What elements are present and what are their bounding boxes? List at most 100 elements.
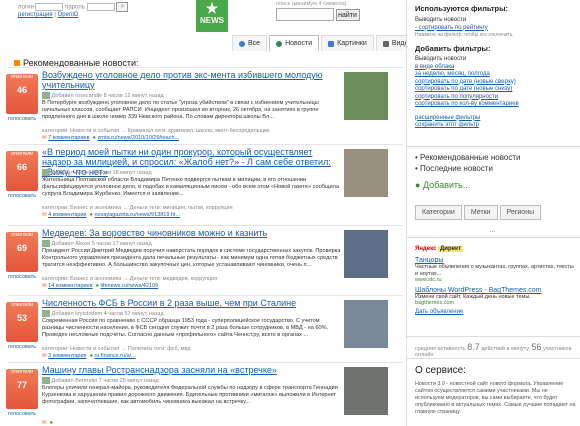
news-body: Жительница Полтавской области Владимира … (42, 177, 340, 197)
tab-tags[interactable]: Метки (463, 205, 498, 220)
yandex-direct-block: Яндекс Директ Танцоры Частные объявления… (415, 246, 575, 315)
news-meta: Добавил Alexei 5 часов 17 минут назад (42, 240, 152, 247)
filter-option-date-old[interactable]: сортировать по дате (новые снизу) (415, 86, 575, 94)
vote-badge[interactable]: отметили 46 (6, 74, 38, 114)
news-categories: категории: Новости и события → Криминал … (42, 128, 270, 134)
vote-action-link[interactable]: голосовать (6, 116, 38, 122)
divider (407, 358, 580, 359)
vote-action-link[interactable]: голосовать (6, 344, 38, 350)
news-footer: ✉ 3 комментария ● ru.finance.ru/a/... (42, 353, 136, 359)
give-ad-link[interactable]: Дать объявление (415, 309, 575, 315)
yandex-logo: Яндекс (415, 246, 437, 252)
news-body: Президент России Дмитрий Медведев поручи… (42, 248, 341, 268)
item-divider (8, 362, 403, 363)
search-button[interactable]: найти (335, 8, 360, 21)
news-icon (276, 40, 283, 47)
add-filters-box: Добавить фильтры: Выводить новости в вид… (415, 44, 575, 130)
ad2-title[interactable]: Шаблоны WordPress - BagThemes.com (415, 287, 575, 294)
search-hint: поиск (минимум 4 символа) (276, 1, 347, 7)
vote-badge[interactable]: отметили 53 (6, 302, 38, 342)
news-categories: категории: Бизнес и экономика → Деньги т… (42, 205, 233, 211)
user-avatar (42, 310, 50, 317)
comments-link[interactable]: 4 комментария (48, 212, 86, 218)
vote-badge[interactable]: отметили 66 (6, 151, 38, 191)
openid-link[interactable]: OpenID (58, 12, 79, 18)
rss-icon (14, 60, 20, 66)
filter-option-date-new[interactable]: сортировать по дате (новые сверху) (415, 79, 575, 87)
news-title-link[interactable]: Возбуждено уголовное дело против экс-мен… (42, 70, 342, 90)
filter-option-comments[interactable]: сортировать по кол-ву комментариев (415, 101, 575, 109)
filter-used-1[interactable]: - сортировать по рейтингу (415, 25, 575, 33)
star-icon: ★ (205, 0, 219, 16)
add-filters-intro: Выводить новости (415, 56, 467, 62)
comment-icon: ✉ (42, 283, 47, 289)
source-link[interactable]: novayagazeta.ru/news/913819.ht... (94, 212, 180, 218)
vote-badge[interactable]: отметили 69 (6, 232, 38, 272)
logo-text: NEWS (200, 16, 224, 25)
news-thumbnail[interactable] (344, 149, 388, 197)
vote-badge[interactable]: отметили 77 (6, 369, 38, 409)
comments-link[interactable]: 3 комментария (48, 353, 86, 359)
tab-news[interactable]: Новости (269, 35, 320, 51)
search-input[interactable] (276, 8, 334, 21)
list-latest[interactable]: • Последние новости (415, 163, 575, 174)
add-button[interactable]: ● Добавить... (415, 180, 575, 191)
user-avatar (42, 92, 50, 99)
login-input[interactable] (35, 3, 64, 11)
password-label: пароль (65, 4, 85, 11)
source-link[interactable]: ru.finance.ru/a/... (94, 353, 135, 359)
ad1-text: Частные объявления о музыкантах, группах… (415, 264, 574, 277)
search-form: поиск (минимум 4 символа) найти (276, 1, 360, 21)
user-avatar (42, 169, 50, 176)
filter-option-cloud[interactable]: в виде облака (415, 64, 575, 72)
ad1-title[interactable]: Танцоры (415, 257, 575, 264)
news-thumbnail[interactable] (344, 72, 388, 120)
news-body: В Петербурге возбуждено уголовное дело п… (42, 100, 319, 120)
news-thumbnail[interactable] (344, 230, 388, 278)
news-title-link[interactable]: Машину главы Ространснадзора засняли на … (42, 365, 342, 375)
source-icon: ● (49, 420, 53, 426)
source-link[interactable]: lifenews.ru/news/42109 (101, 283, 158, 289)
comments-link[interactable]: 7 комментариев (48, 135, 89, 141)
filter-option-popular[interactable]: сортировать по популярности (415, 94, 575, 102)
news-categories: категории: Новости и события → Политика … (42, 346, 191, 352)
ad2-url[interactable]: bagthemes.com (415, 300, 575, 306)
content-tabs: Все Новости Картинки Видео (232, 35, 420, 51)
picture-icon (328, 40, 335, 47)
tab-categories[interactable]: Категории (415, 205, 462, 220)
news-thumbnail[interactable] (344, 367, 388, 415)
advanced-filters-link[interactable]: расширенные фильтры (415, 115, 575, 123)
vote-action-link[interactable]: голосовать (6, 193, 38, 199)
password-input[interactable] (86, 3, 115, 11)
comments-link[interactable]: 14 комментариев (48, 283, 92, 289)
vote-action-link[interactable]: голосовать (6, 411, 38, 417)
more-ellipsis: ... (489, 225, 496, 234)
filter-option-period[interactable]: за неделю, месяц, полгода (415, 71, 575, 79)
news-title-link[interactable]: Численность ФСБ в России в 2 раза выше, … (42, 298, 342, 308)
ad1-url[interactable]: www.stc.ru (415, 277, 575, 283)
add-icon: ● (415, 180, 421, 190)
news-body: Блогеры уличили генерал-майора, руководи… (42, 385, 338, 405)
taxonomy-tabs: Категории Метки Регионы (415, 205, 542, 220)
list-recommended[interactable]: • Рекомендованные новости (415, 152, 575, 163)
news-footer: ✉ 14 комментариев ● lifenews.ru/news/421… (42, 283, 158, 289)
video-icon (382, 40, 389, 47)
user-avatar (42, 240, 50, 247)
item-divider (8, 225, 403, 226)
comment-icon: ✉ (42, 353, 47, 359)
divider (407, 237, 580, 238)
vote-action-link[interactable]: голосовать (6, 274, 38, 280)
vote-count: 69 (16, 243, 27, 253)
tab-regions[interactable]: Регионы (499, 205, 542, 220)
register-link[interactable]: регистрация (18, 12, 53, 18)
news-thumbnail[interactable] (344, 300, 388, 348)
tab-all[interactable]: Все (232, 35, 268, 51)
item-divider (8, 144, 403, 145)
source-link[interactable]: zrnta.ru/news/2010/10/29/teach... (97, 135, 179, 141)
news-footer: ✉ 7 комментариев ● zrnta.ru/news/2010/10… (42, 135, 179, 141)
site-logo[interactable]: ★ NEWS (196, 0, 228, 32)
save-filter-link[interactable]: сохранить этот фильтр (415, 122, 575, 130)
news-title-link[interactable]: Медведев: За воровство чиновников можно … (42, 228, 342, 238)
tab-pictures[interactable]: Картинки (321, 35, 374, 51)
login-go-button[interactable]: > (116, 2, 129, 12)
